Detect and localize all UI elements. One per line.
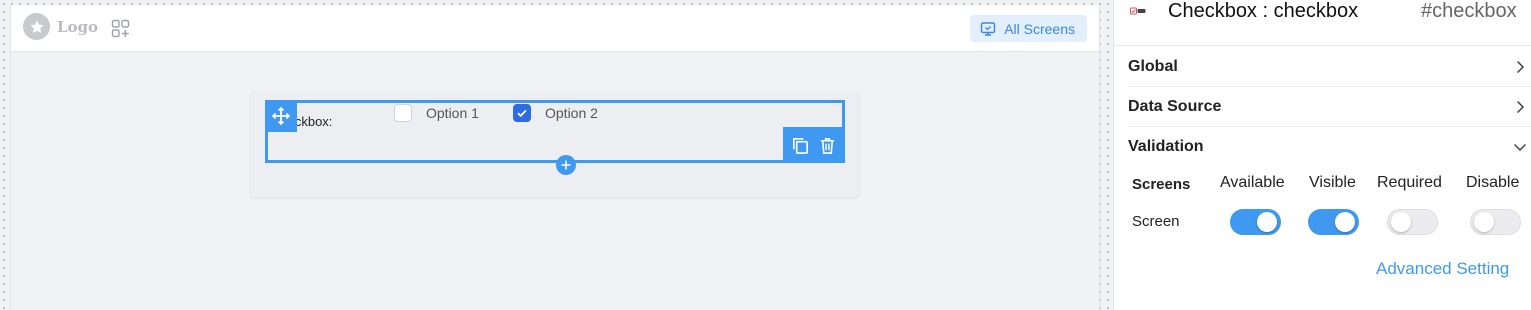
component-title: Checkbox : checkbox xyxy=(1168,0,1359,22)
selected-checkbox-field[interactable]: Checkbox: Option 1 Option 2 xyxy=(265,100,845,175)
advanced-setting-link[interactable]: Advanced Setting xyxy=(1376,259,1509,279)
move-icon[interactable] xyxy=(265,100,297,132)
col-available: Available xyxy=(1220,174,1285,191)
chevron-right-icon xyxy=(1516,100,1525,114)
section-validation[interactable]: Validation xyxy=(1128,127,1531,167)
required-toggle[interactable] xyxy=(1387,209,1438,235)
monitor-icon xyxy=(980,21,996,36)
option-1-label: Option 1 xyxy=(426,105,479,121)
section-global[interactable]: Global xyxy=(1128,47,1531,87)
apps-add-icon[interactable] xyxy=(111,19,131,39)
col-disable: Disable xyxy=(1466,174,1520,191)
panel-header: Checkbox : checkbox #checkbox xyxy=(1114,0,1531,46)
logo-text: Logo xyxy=(57,18,99,36)
all-screens-label: All Screens xyxy=(1004,20,1075,37)
disable-toggle[interactable] xyxy=(1470,209,1521,235)
option-1-checkbox[interactable] xyxy=(394,104,412,122)
all-screens-button[interactable]: All Screens xyxy=(970,15,1087,42)
preview-topbar: Logo All Screens xyxy=(11,5,1099,52)
form-container: Checkbox: Option 1 Option 2 xyxy=(251,91,859,197)
option-2-label: Option 2 xyxy=(545,105,598,121)
field-action-bar xyxy=(783,127,845,163)
component-id: #checkbox xyxy=(1421,0,1517,22)
chevron-right-icon xyxy=(1516,60,1525,74)
section-validation-label: Validation xyxy=(1128,138,1204,155)
star-logo-icon xyxy=(23,13,50,40)
section-data-source-label: Data Source xyxy=(1128,97,1222,115)
checkbox-option-1[interactable]: Option 1 xyxy=(394,104,479,122)
checkbox-component-icon xyxy=(1130,7,1146,15)
properties-panel: Checkbox : checkbox #checkbox Global Dat… xyxy=(1113,0,1531,310)
plus-icon[interactable] xyxy=(556,155,576,175)
canvas-frame: Logo All Screens Checkbox: Option 1 Opti… xyxy=(10,5,1100,310)
section-data-source[interactable]: Data Source xyxy=(1128,87,1531,127)
row-screen-label: Screen xyxy=(1132,213,1180,230)
col-required: Required xyxy=(1377,174,1442,191)
option-2-checkbox[interactable] xyxy=(513,104,531,122)
chevron-down-icon xyxy=(1513,143,1527,152)
trash-icon[interactable] xyxy=(818,136,837,155)
visible-toggle[interactable] xyxy=(1308,209,1359,235)
copy-icon[interactable] xyxy=(791,136,810,155)
col-screens: Screens xyxy=(1132,176,1191,193)
available-toggle[interactable] xyxy=(1230,209,1281,235)
section-global-label: Global xyxy=(1128,57,1178,75)
col-visible: Visible xyxy=(1309,174,1356,191)
design-canvas: Logo All Screens Checkbox: Option 1 Opti… xyxy=(0,0,1113,310)
checkbox-option-2[interactable]: Option 2 xyxy=(513,104,598,122)
